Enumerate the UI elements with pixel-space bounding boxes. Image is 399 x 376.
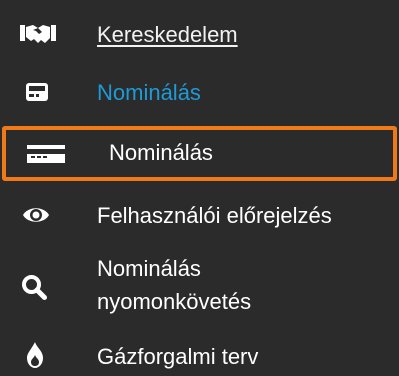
- card-reader-icon: [27, 145, 65, 163]
- menu-item-label: Felhasználói előrejelzés: [97, 203, 332, 228]
- menu-item-label: Nominálás: [109, 140, 213, 165]
- menu-item-nominalas-section[interactable]: Nominálás: [0, 70, 399, 116]
- menu-item-label-line2: nyomonkövetés: [97, 289, 252, 314]
- menu-item-kereskedelem[interactable]: Kereskedelem: [0, 12, 399, 58]
- menu-item-label: Gázforgalmi terv: [97, 344, 259, 369]
- menu-item-gazforgalmi-terv[interactable]: Gázforgalmi terv: [0, 334, 399, 376]
- menu-item-label: Kereskedelem: [97, 22, 238, 47]
- side-menu: Kereskedelem Nominálás Nominálás Felhasz…: [0, 0, 399, 376]
- flame-icon: [26, 342, 44, 368]
- menu-item-label-line1: Nominálás: [97, 256, 201, 281]
- menu-item-nominalas-nyomonkovetes[interactable]: Nominálás nyomonkövetés: [0, 246, 399, 328]
- menu-item-felhasznaloi-elorejelzes[interactable]: Felhasználói előrejelzés: [0, 192, 399, 240]
- menu-item-nominalas-selected[interactable]: Nominálás: [2, 126, 397, 181]
- eye-icon: [22, 203, 50, 227]
- credit-card-icon: [25, 80, 49, 104]
- menu-item-label: Nominálás: [97, 80, 201, 105]
- search-icon: [21, 274, 47, 300]
- handshake-icon: [20, 21, 56, 47]
